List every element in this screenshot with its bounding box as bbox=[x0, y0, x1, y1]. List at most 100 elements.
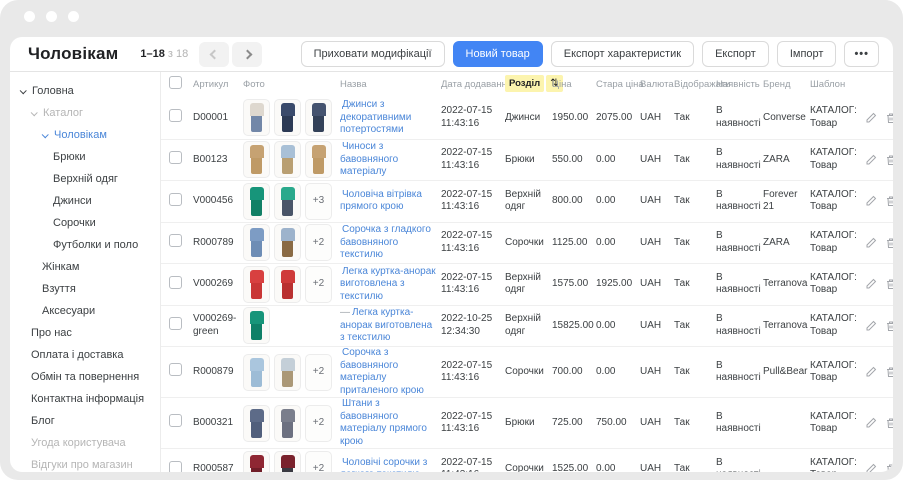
delete-icon[interactable] bbox=[885, 154, 893, 166]
sidebar-item[interactable]: Блог bbox=[10, 410, 160, 432]
more-photos-badge[interactable]: +2 bbox=[305, 354, 332, 391]
sidebar-item[interactable]: Жінкам bbox=[10, 256, 160, 278]
row-checkbox[interactable] bbox=[169, 363, 182, 376]
delete-icon[interactable] bbox=[885, 320, 893, 332]
sidebar-item[interactable]: Аксесуари bbox=[10, 300, 160, 322]
edit-icon[interactable] bbox=[865, 195, 877, 207]
product-photo[interactable] bbox=[243, 405, 270, 442]
edit-icon[interactable] bbox=[865, 366, 877, 378]
product-name-link[interactable]: Сорочка з гладкого бавовняного текстилю bbox=[340, 224, 431, 260]
sidebar-item[interactable]: Верхній одяг bbox=[10, 168, 160, 190]
row-checkbox[interactable] bbox=[169, 109, 182, 122]
sidebar-item[interactable]: Взуття bbox=[10, 278, 160, 300]
export-characteristics-button[interactable]: Експорт характеристик bbox=[551, 41, 694, 67]
product-photo[interactable] bbox=[243, 141, 270, 178]
sidebar-item[interactable]: Футболки и поло bbox=[10, 234, 160, 256]
more-photos-badge[interactable]: +2 bbox=[305, 266, 332, 303]
edit-icon[interactable] bbox=[865, 278, 877, 290]
delete-icon[interactable] bbox=[885, 237, 893, 249]
row-checkbox[interactable] bbox=[169, 234, 182, 247]
product-photo[interactable] bbox=[243, 354, 270, 391]
sidebar-item[interactable]: Контактна інформація bbox=[10, 388, 160, 410]
next-page-button[interactable] bbox=[232, 42, 262, 67]
edit-icon[interactable] bbox=[865, 417, 877, 429]
product-name-link[interactable]: Легка куртка-анорак виготовлена з тексти… bbox=[340, 266, 436, 302]
product-photo[interactable] bbox=[274, 405, 301, 442]
delete-icon[interactable] bbox=[885, 278, 893, 290]
availability-cell: В наявності bbox=[716, 360, 763, 385]
product-photo[interactable] bbox=[305, 99, 332, 136]
delete-icon[interactable] bbox=[885, 195, 893, 207]
minimize-window-button[interactable] bbox=[46, 11, 57, 22]
more-photos-badge[interactable]: +3 bbox=[305, 183, 332, 220]
sidebar-item-label: Відгуки про магазин bbox=[31, 459, 133, 471]
sidebar-item[interactable]: Відгуки про магазин bbox=[10, 454, 160, 472]
row-checkbox[interactable] bbox=[169, 151, 182, 164]
sidebar-item[interactable]: Оплата і доставка bbox=[10, 344, 160, 366]
sidebar-item[interactable]: Головна bbox=[10, 80, 160, 102]
import-button[interactable]: Імпорт bbox=[777, 41, 837, 67]
sidebar-item[interactable]: Чоловікам bbox=[10, 124, 160, 146]
currency-cell: UAH bbox=[640, 320, 674, 333]
export-button[interactable]: Експорт bbox=[702, 41, 769, 67]
section-sort-label[interactable]: Розділ bbox=[505, 75, 544, 92]
window-controls bbox=[24, 11, 79, 22]
product-photo[interactable] bbox=[243, 224, 270, 261]
sidebar-item[interactable]: Джинси bbox=[10, 190, 160, 212]
name-cell: Сорочка з гладкого бавовняного текстилю bbox=[340, 224, 441, 262]
edit-icon[interactable] bbox=[865, 320, 877, 332]
product-photo[interactable] bbox=[305, 141, 332, 178]
product-name-link[interactable]: Джинси з декоративними потертостями bbox=[340, 99, 411, 135]
sidebar-item[interactable]: Сорочки bbox=[10, 212, 160, 234]
product-name-link[interactable]: Чоловічі сорочки з легкого текстилю bbox=[340, 457, 427, 472]
product-name-link[interactable]: Штани з бавовняного матеріалу прямого кр… bbox=[340, 398, 427, 447]
prev-page-button[interactable] bbox=[199, 42, 229, 67]
display-cell: Так bbox=[674, 237, 716, 250]
sidebar-item[interactable]: Брюки bbox=[10, 146, 160, 168]
delete-icon[interactable] bbox=[885, 417, 893, 429]
product-photo[interactable] bbox=[274, 141, 301, 178]
row-checkbox[interactable] bbox=[169, 414, 182, 427]
availability-cell: В наявності bbox=[716, 147, 763, 172]
product-photo[interactable] bbox=[274, 99, 301, 136]
new-product-button[interactable]: Новий товар bbox=[453, 41, 543, 67]
sidebar-item[interactable]: Обмін та повернення bbox=[10, 366, 160, 388]
product-photo[interactable] bbox=[243, 183, 270, 220]
product-name-link[interactable]: Чоловіча вітрівка прямого крою bbox=[340, 189, 422, 213]
delete-icon[interactable] bbox=[885, 366, 893, 378]
template-cell: КАТАЛОГ: Товар bbox=[810, 147, 865, 172]
product-photo[interactable] bbox=[274, 354, 301, 391]
row-checkbox[interactable] bbox=[169, 317, 182, 330]
sidebar-item[interactable]: Каталог bbox=[10, 102, 160, 124]
sidebar-item[interactable]: Про нас bbox=[10, 322, 160, 344]
maximize-window-button[interactable] bbox=[68, 11, 79, 22]
more-photos-badge[interactable]: +2 bbox=[305, 224, 332, 261]
more-photos-badge[interactable]: +2 bbox=[305, 405, 332, 442]
product-photo[interactable] bbox=[243, 266, 270, 303]
row-checkbox[interactable] bbox=[169, 276, 182, 289]
product-name-link[interactable]: Сорочка з бавовняного матеріалу притален… bbox=[340, 347, 424, 396]
more-photos-badge[interactable]: +2 bbox=[305, 451, 332, 472]
product-photo[interactable] bbox=[274, 451, 301, 472]
product-photo[interactable] bbox=[274, 224, 301, 261]
close-window-button[interactable] bbox=[24, 11, 35, 22]
edit-icon[interactable] bbox=[865, 237, 877, 249]
edit-icon[interactable] bbox=[865, 154, 877, 166]
product-photo[interactable] bbox=[243, 99, 270, 136]
product-photo[interactable] bbox=[274, 183, 301, 220]
product-name-link[interactable]: Легка куртка-анорак виготовлена з тексти… bbox=[340, 307, 432, 343]
hide-modifications-button[interactable]: Приховати модифікації bbox=[301, 41, 445, 67]
row-checkbox[interactable] bbox=[169, 461, 182, 473]
edit-icon[interactable] bbox=[865, 112, 877, 124]
edit-icon[interactable] bbox=[865, 463, 877, 472]
product-name-link[interactable]: Чиноси з бавовняного матеріалу bbox=[340, 141, 398, 177]
delete-icon[interactable] bbox=[885, 463, 893, 472]
product-photo[interactable] bbox=[243, 451, 270, 472]
sidebar-item[interactable]: Угода користувача bbox=[10, 432, 160, 454]
more-actions-button[interactable]: ••• bbox=[844, 41, 879, 67]
select-all-checkbox[interactable] bbox=[169, 76, 182, 89]
delete-icon[interactable] bbox=[885, 112, 893, 124]
product-photo[interactable] bbox=[274, 266, 301, 303]
product-photo[interactable] bbox=[243, 307, 270, 344]
row-checkbox[interactable] bbox=[169, 193, 182, 206]
